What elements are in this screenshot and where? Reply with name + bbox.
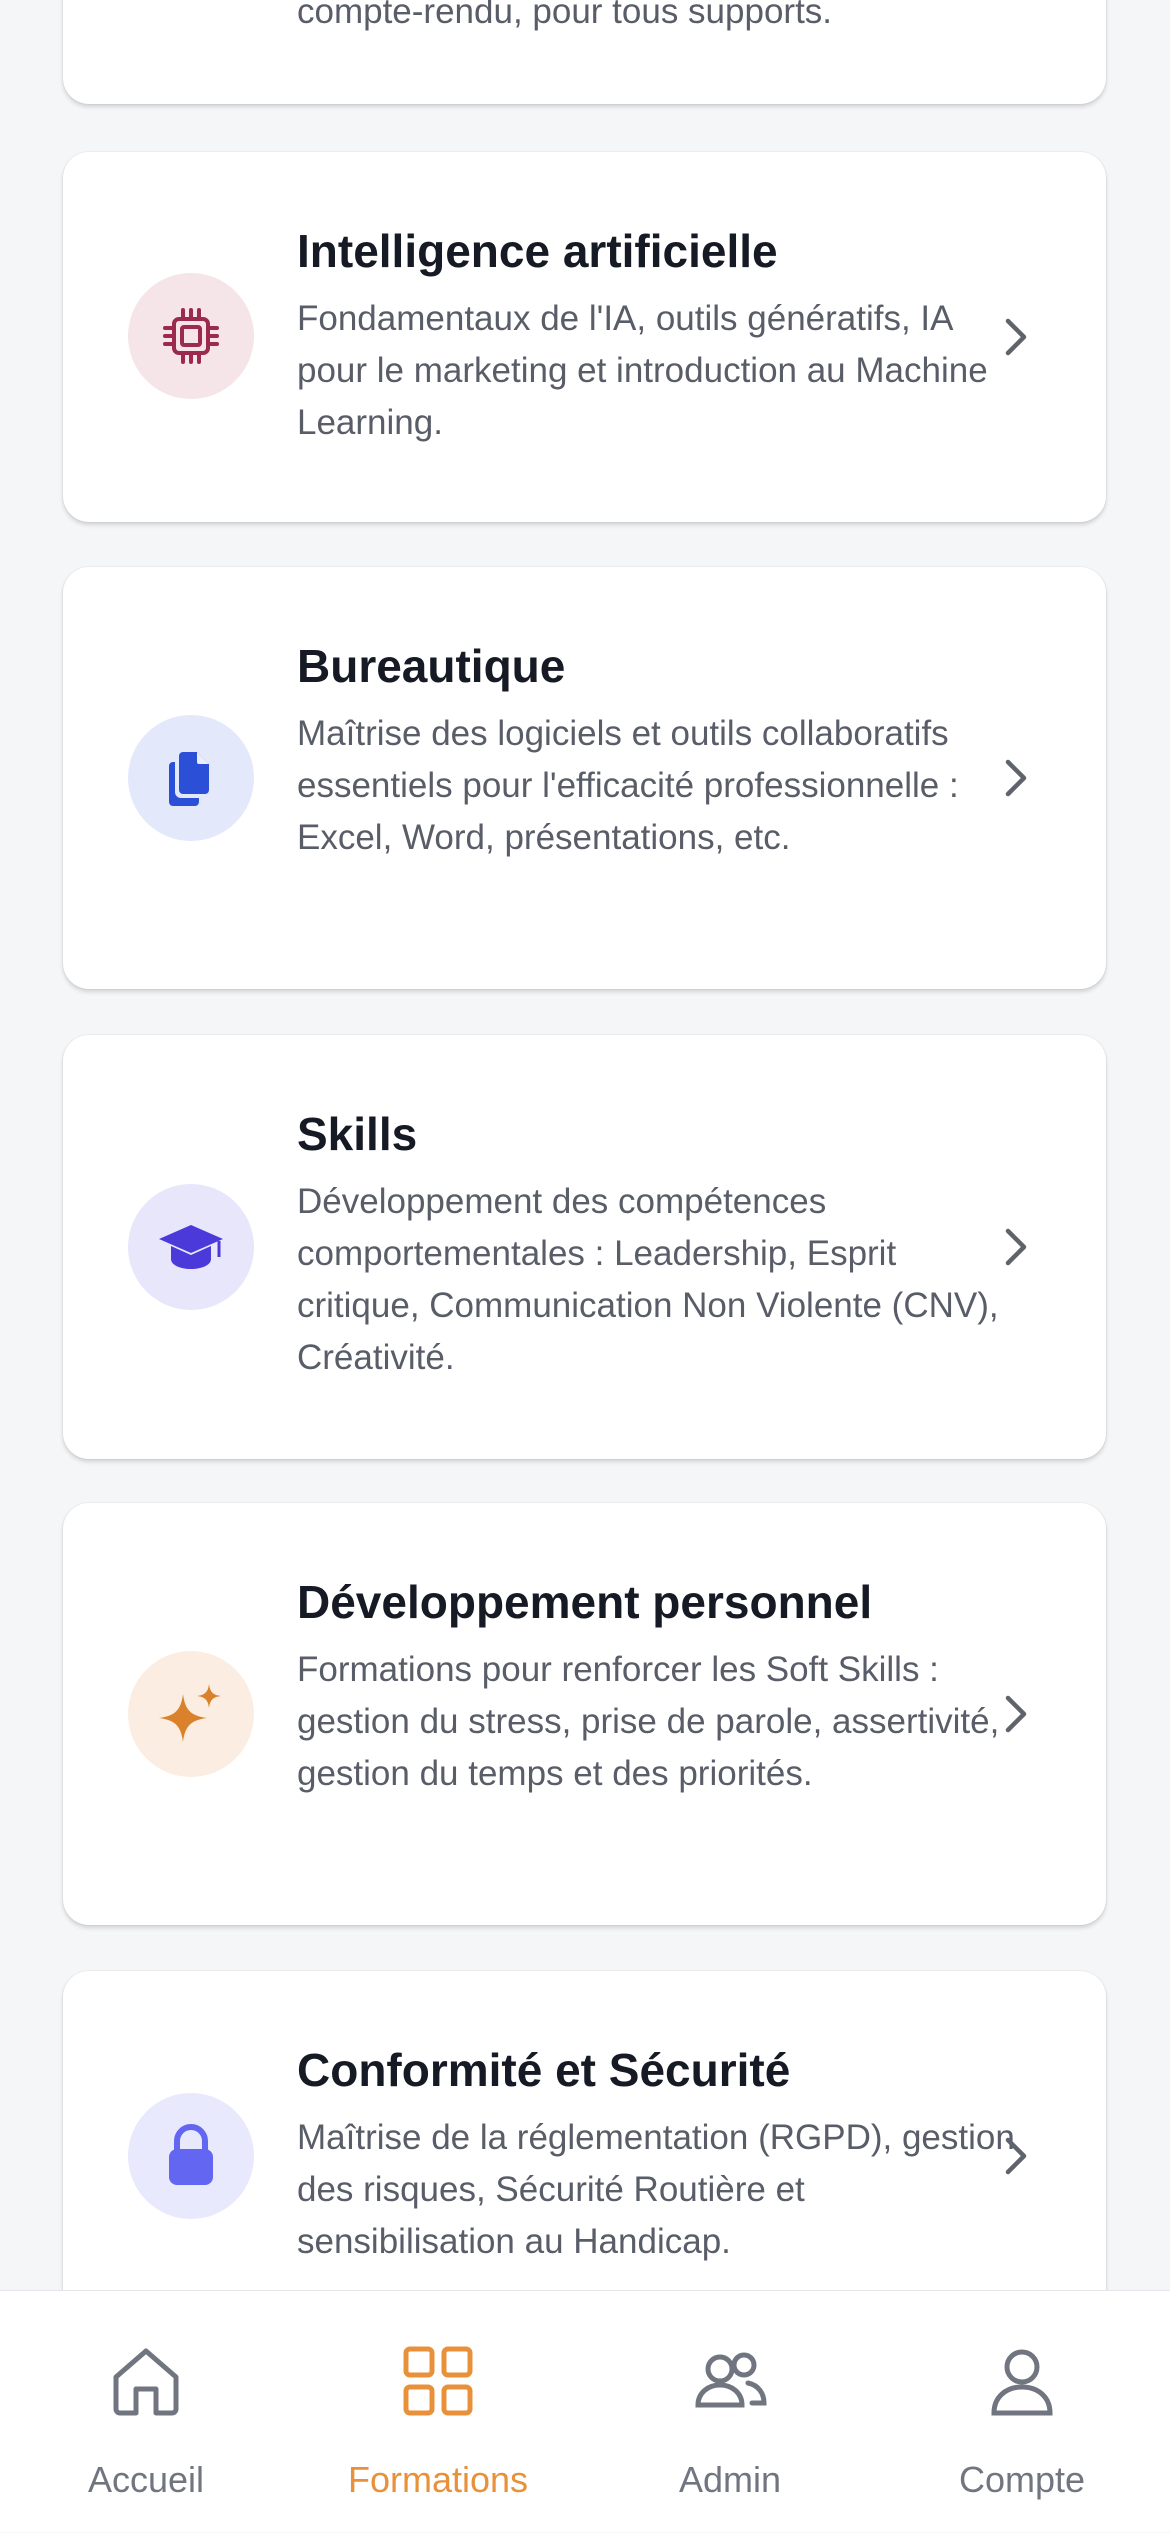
category-description: Développement des compétences comporteme… xyxy=(297,1182,999,1377)
tab-label: Compte xyxy=(958,2459,1086,2500)
category-title: Skills xyxy=(297,1108,418,1160)
bottom-tab-bar: Accueil Formations Admin Compte xyxy=(0,2290,1170,2532)
category-card-partial[interactable]: compte-rendu, pour tous supports. xyxy=(63,0,1106,104)
category-description: compte-rendu, pour tous supports. xyxy=(297,0,833,31)
chip-icon xyxy=(163,308,219,364)
grid-icon xyxy=(403,2346,473,2416)
category-card-conformite-securite[interactable]: Conformité et Sécurité Maîtrise de la ré… xyxy=(63,1971,1106,2290)
sparkles-icon xyxy=(159,1684,221,1742)
chevron-right-icon xyxy=(993,1692,1037,1736)
category-card-bureautique[interactable]: Bureautique Maîtrise des logiciels et ou… xyxy=(63,567,1106,989)
chevron-right-icon xyxy=(993,1225,1037,1269)
chevron-right-icon xyxy=(993,315,1037,359)
categories-list: compte-rendu, pour tous supports. Intell… xyxy=(0,0,1170,2290)
category-icon-badge xyxy=(128,1651,254,1777)
documents-icon xyxy=(169,752,209,806)
category-description: Fondamentaux de l'IA, outils génératifs,… xyxy=(297,299,988,442)
category-title: Bureautique xyxy=(297,640,566,692)
category-card-intelligence-artificielle[interactable]: Intelligence artificielle Fondamentaux d… xyxy=(63,152,1106,522)
category-card-developpement-personnel[interactable]: Développement personnel Formations pour … xyxy=(63,1503,1106,1925)
tab-label: Accueil xyxy=(87,2459,205,2500)
category-description: Formations pour renforcer les Soft Skill… xyxy=(297,1650,1000,1793)
tab-label: Formations xyxy=(347,2459,529,2500)
home-icon xyxy=(113,2348,179,2416)
category-title: Conformité et Sécurité xyxy=(297,2044,791,2096)
category-title: Développement personnel xyxy=(297,1576,873,1628)
tab-compte[interactable]: Compte xyxy=(876,2291,1168,2533)
tab-admin[interactable]: Admin xyxy=(584,2291,876,2533)
tab-label: Admin xyxy=(678,2459,782,2500)
category-description: Maîtrise de la réglementation (RGPD), ge… xyxy=(297,2118,1015,2261)
user-icon xyxy=(991,2349,1053,2416)
category-icon-badge xyxy=(128,2093,254,2219)
category-icon-badge xyxy=(128,273,254,399)
category-icon-badge xyxy=(128,715,254,841)
tab-formations[interactable]: Formations xyxy=(292,2291,584,2533)
users-icon xyxy=(695,2352,767,2408)
chevron-right-icon xyxy=(993,2134,1037,2178)
tab-accueil[interactable]: Accueil xyxy=(0,2291,292,2533)
category-title: Intelligence artificielle xyxy=(297,225,778,277)
graduation-cap-icon xyxy=(159,1225,223,1269)
category-description: Maîtrise des logiciels et outils collabo… xyxy=(297,714,959,857)
chevron-right-icon xyxy=(993,756,1037,800)
lock-icon xyxy=(169,2124,213,2185)
category-card-skills[interactable]: Skills Développement des compétences com… xyxy=(63,1035,1106,1459)
category-icon-badge xyxy=(128,1184,254,1310)
